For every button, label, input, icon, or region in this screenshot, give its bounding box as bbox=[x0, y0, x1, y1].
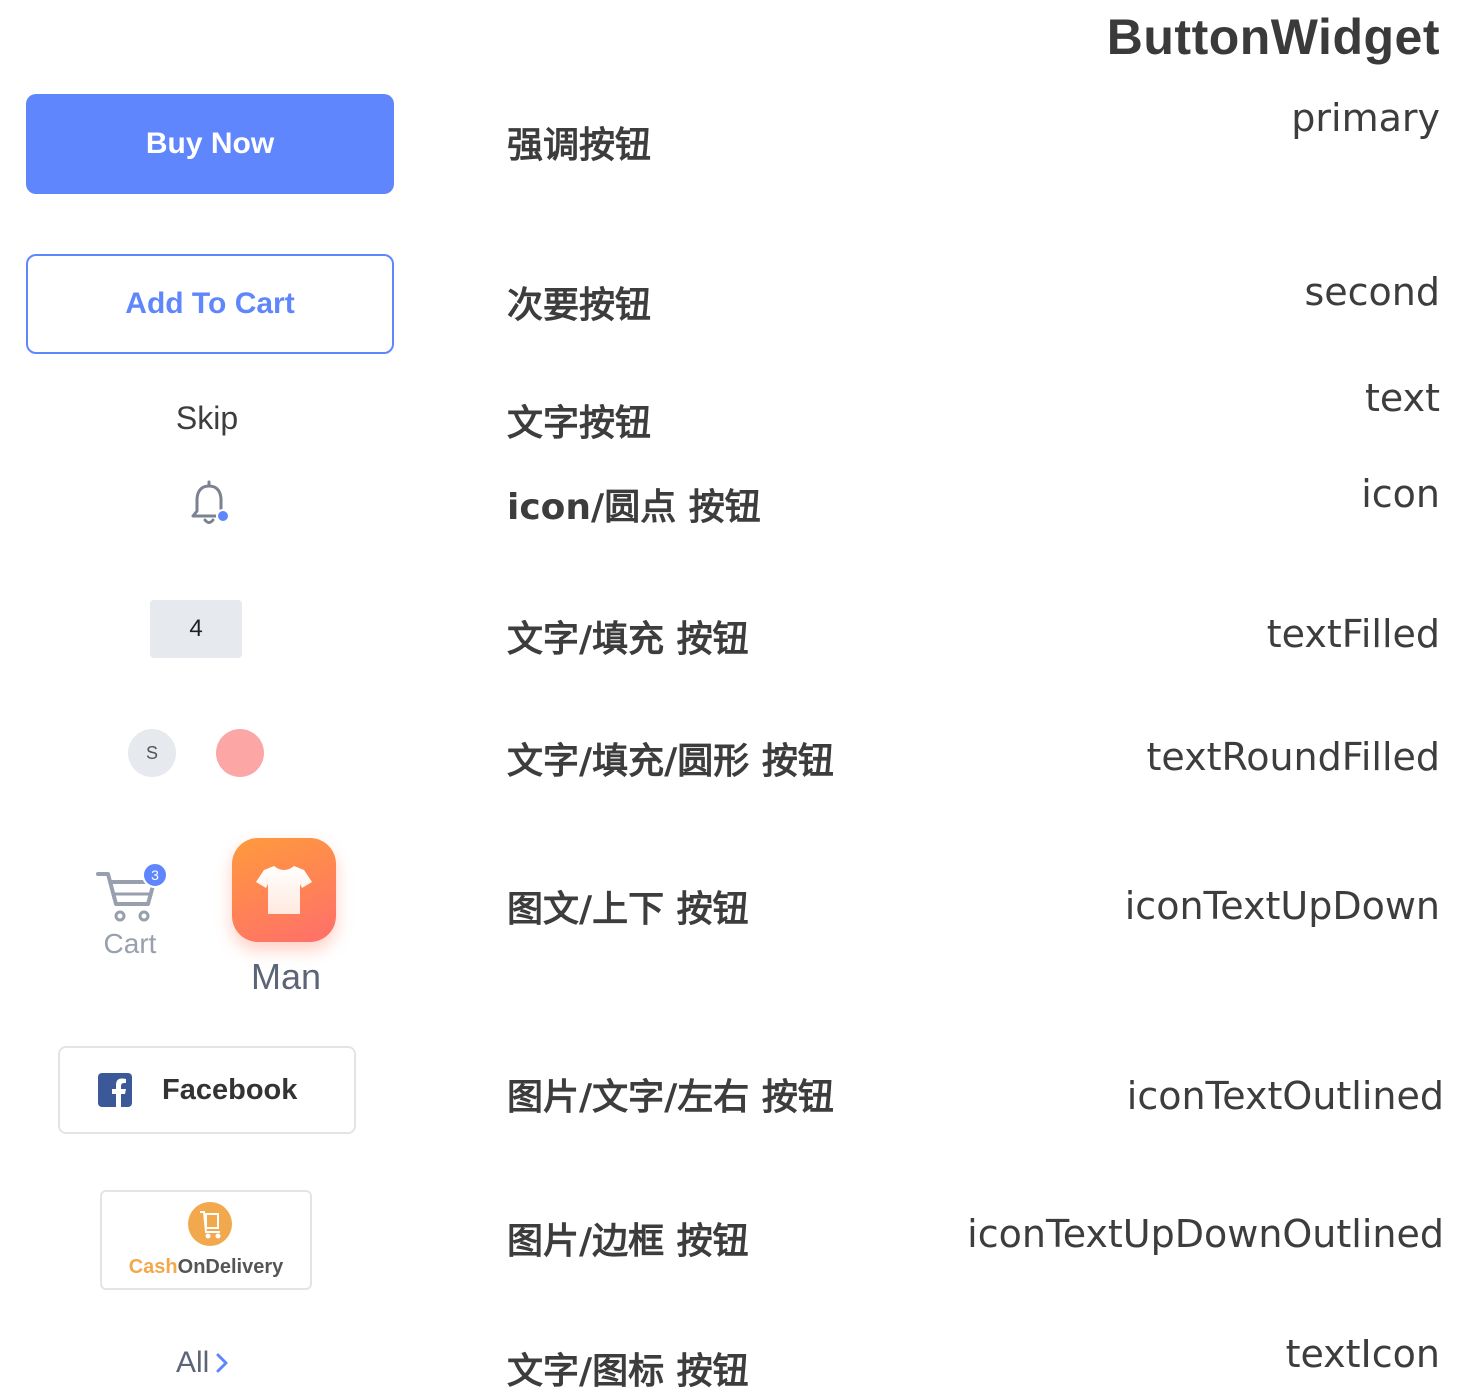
row-label-en: second bbox=[1304, 270, 1440, 314]
facebook-button[interactable]: Facebook bbox=[58, 1046, 356, 1134]
man-label: Man bbox=[250, 956, 322, 997]
row-label-cn: 图文/上下 按钮 bbox=[507, 889, 749, 930]
row-label-cn: 文字按钮 bbox=[507, 403, 652, 444]
round-filled-button[interactable]: S bbox=[128, 729, 176, 777]
notification-button[interactable] bbox=[186, 480, 232, 528]
row-label-cn: 次要按钮 bbox=[507, 285, 652, 326]
row-label-cn: 文字/填充 按钮 bbox=[507, 619, 749, 660]
row-label-en: iconTextUpDownOutlined bbox=[967, 1212, 1444, 1256]
chevron-right-icon bbox=[216, 1353, 228, 1373]
cash-on-delivery-button[interactable]: CashOnDelivery bbox=[100, 1190, 312, 1290]
row-label-en: textFilled bbox=[1266, 612, 1440, 656]
row-label-en: iconTextOutlined bbox=[1126, 1074, 1444, 1118]
cart-label: Cart bbox=[103, 928, 157, 959]
row-label-cn: 图片/文字/左右 按钮 bbox=[507, 1077, 834, 1118]
row-label-cn: 文字/填充/圆形 按钮 bbox=[507, 741, 834, 782]
man-tile bbox=[232, 838, 336, 942]
man-category-button[interactable]: Man bbox=[224, 832, 348, 1002]
row-label-cn: 图片/边框 按钮 bbox=[507, 1221, 749, 1262]
buy-now-button[interactable]: Buy Now bbox=[26, 94, 394, 194]
row-label-en: iconTextUpDown bbox=[1124, 884, 1440, 928]
row-label-en: icon bbox=[1361, 472, 1440, 516]
badge-dot bbox=[216, 509, 230, 523]
all-button[interactable]: All bbox=[176, 1342, 240, 1384]
facebook-icon bbox=[98, 1073, 132, 1107]
tshirt-icon bbox=[256, 866, 312, 914]
row-label-en: textRoundFilled bbox=[1146, 735, 1441, 779]
skip-button[interactable]: Skip bbox=[130, 396, 284, 440]
facebook-label: Facebook bbox=[162, 1073, 298, 1106]
row-label-cn: 强调按钮 bbox=[507, 125, 652, 166]
cart-button[interactable]: 3 Cart bbox=[92, 858, 168, 968]
cart-badge: 3 bbox=[142, 862, 168, 888]
delivery-icon bbox=[188, 1202, 232, 1246]
row-label-cn: icon/圆点 按钮 bbox=[507, 487, 761, 528]
row-label-en: text bbox=[1365, 376, 1440, 420]
add-to-cart-button[interactable]: Add To Cart bbox=[26, 254, 394, 354]
row-label-en: primary bbox=[1291, 96, 1440, 140]
all-label: All bbox=[176, 1346, 210, 1379]
round-filled-pink-button[interactable] bbox=[216, 729, 264, 777]
text-filled-button[interactable]: 4 bbox=[150, 600, 242, 658]
cod-label: CashOnDelivery bbox=[128, 1256, 284, 1278]
row-label-cn: 文字/图标 按钮 bbox=[507, 1351, 749, 1392]
row-label-en: textIcon bbox=[1285, 1332, 1440, 1376]
page-title: ButtonWidget bbox=[1106, 9, 1440, 65]
